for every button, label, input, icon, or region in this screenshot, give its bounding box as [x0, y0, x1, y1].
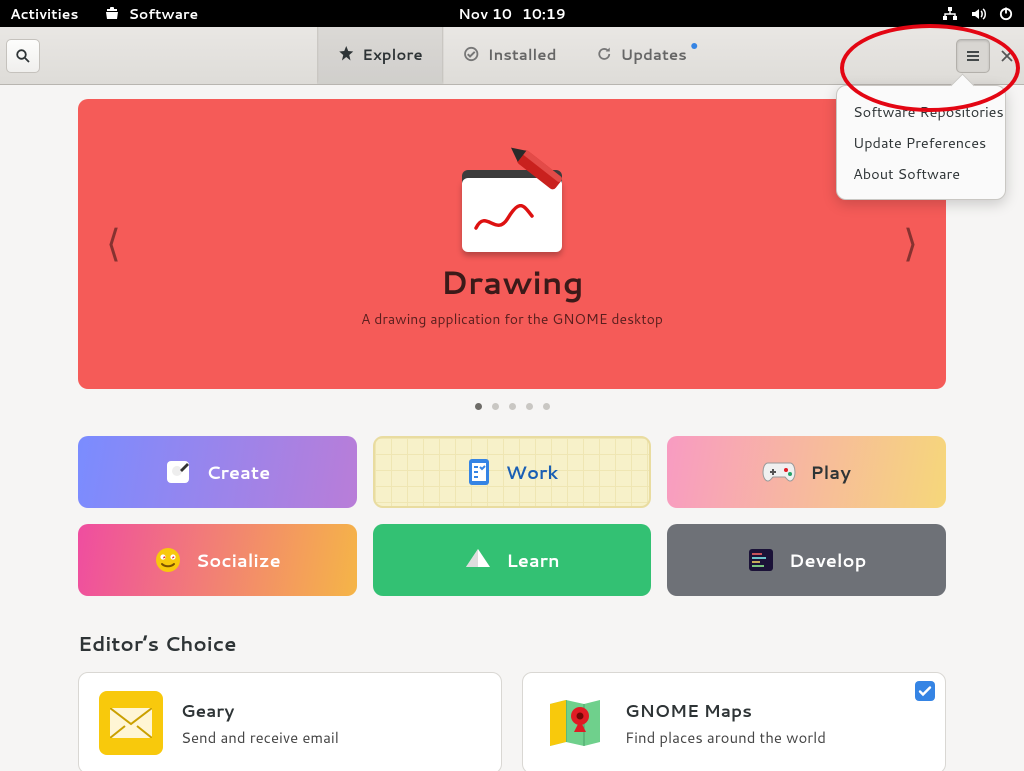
pager-dot[interactable]	[509, 403, 516, 410]
category-create[interactable]: Create	[78, 436, 357, 508]
geary-icon	[99, 691, 163, 755]
category-grid: Create Work Play Socialize	[78, 436, 946, 596]
updates-icon	[596, 46, 612, 62]
network-icon[interactable]	[942, 6, 958, 22]
tab-updates[interactable]: Updates	[576, 27, 706, 84]
develop-icon	[747, 547, 775, 573]
learn-icon	[464, 546, 492, 574]
play-icon	[762, 460, 796, 484]
time-label: 10:19	[522, 4, 566, 24]
installed-icon	[464, 46, 480, 62]
explore-icon	[338, 46, 354, 62]
header-bar: Explore Installed Updates	[0, 27, 1024, 85]
category-develop[interactable]: Develop	[667, 524, 946, 596]
search-icon	[15, 48, 31, 64]
activities-button[interactable]: Activities	[10, 4, 78, 24]
banner-subtitle: A drawing application for the GNOME desk…	[361, 309, 663, 329]
app-title: GNOME Maps	[625, 699, 826, 723]
app-description: Send and receive email	[181, 727, 339, 748]
menu-software-repositories[interactable]: Software Repositories	[837, 96, 1005, 127]
category-play[interactable]: Play	[667, 436, 946, 508]
menu-about-software[interactable]: About Software	[837, 158, 1005, 189]
volume-icon[interactable]	[970, 6, 986, 22]
work-icon	[466, 457, 492, 487]
category-label: Create	[206, 459, 270, 485]
banner-prev-button[interactable]: ⟨	[106, 222, 121, 267]
close-button[interactable]	[996, 49, 1018, 63]
app-card-gnome-maps[interactable]: GNOME Maps Find places around the world	[522, 672, 946, 771]
category-learn[interactable]: Learn	[373, 524, 652, 596]
tab-explore[interactable]: Explore	[317, 27, 443, 84]
app-card-geary[interactable]: Geary Send and receive email	[78, 672, 502, 771]
hamburger-icon	[965, 48, 981, 64]
software-icon	[104, 6, 120, 22]
updates-indicator-dot	[691, 43, 697, 49]
app-description: Find places around the world	[625, 727, 826, 748]
selected-checkbox[interactable]	[915, 681, 935, 701]
banner-pager	[78, 403, 946, 410]
category-label: Play	[810, 459, 850, 485]
banner-title: Drawing	[440, 260, 583, 305]
banner-next-button[interactable]: ⟩	[903, 222, 918, 267]
category-label: Work	[506, 459, 558, 485]
category-label: Develop	[789, 547, 867, 573]
socialize-icon	[154, 546, 182, 574]
power-icon[interactable]	[998, 6, 1014, 22]
panel-app-label: Software	[128, 4, 198, 24]
panel-app-button[interactable]: Software	[104, 4, 198, 24]
hamburger-menu-button[interactable]	[956, 39, 990, 73]
category-label: Socialize	[196, 547, 281, 573]
app-title: Geary	[181, 699, 339, 723]
view-tabs: Explore Installed Updates	[317, 27, 707, 84]
maps-icon	[543, 691, 607, 755]
category-socialize[interactable]: Socialize	[78, 524, 357, 596]
top-panel: Activities Software Nov 10 10:19	[0, 0, 1024, 27]
menu-update-preferences[interactable]: Update Preferences	[837, 127, 1005, 158]
pager-dot[interactable]	[543, 403, 550, 410]
editors-choice-heading: Editor’s Choice	[78, 630, 946, 658]
pager-dot[interactable]	[526, 403, 533, 410]
tab-label: Updates	[620, 44, 686, 65]
tab-installed[interactable]: Installed	[444, 27, 577, 84]
primary-menu-popover: Software Repositories Update Preferences…	[836, 85, 1006, 200]
category-label: Learn	[506, 547, 559, 573]
pager-dot[interactable]	[492, 403, 499, 410]
date-label: Nov 10	[458, 4, 512, 24]
clock[interactable]: Nov 10 10:19	[458, 4, 566, 24]
editors-choice-grid: Geary Send and receive email GNOME Maps …	[78, 672, 946, 771]
featured-banner[interactable]: ⟨ ⟩ Drawing A drawing application for th…	[78, 99, 946, 389]
pager-dot[interactable]	[475, 403, 482, 410]
tab-label: Explore	[362, 44, 422, 65]
create-icon	[164, 458, 192, 486]
search-button[interactable]	[6, 39, 40, 73]
close-icon	[1000, 49, 1014, 63]
category-work[interactable]: Work	[373, 436, 652, 508]
tab-label: Installed	[488, 44, 557, 65]
drawing-app-icon	[456, 160, 568, 252]
